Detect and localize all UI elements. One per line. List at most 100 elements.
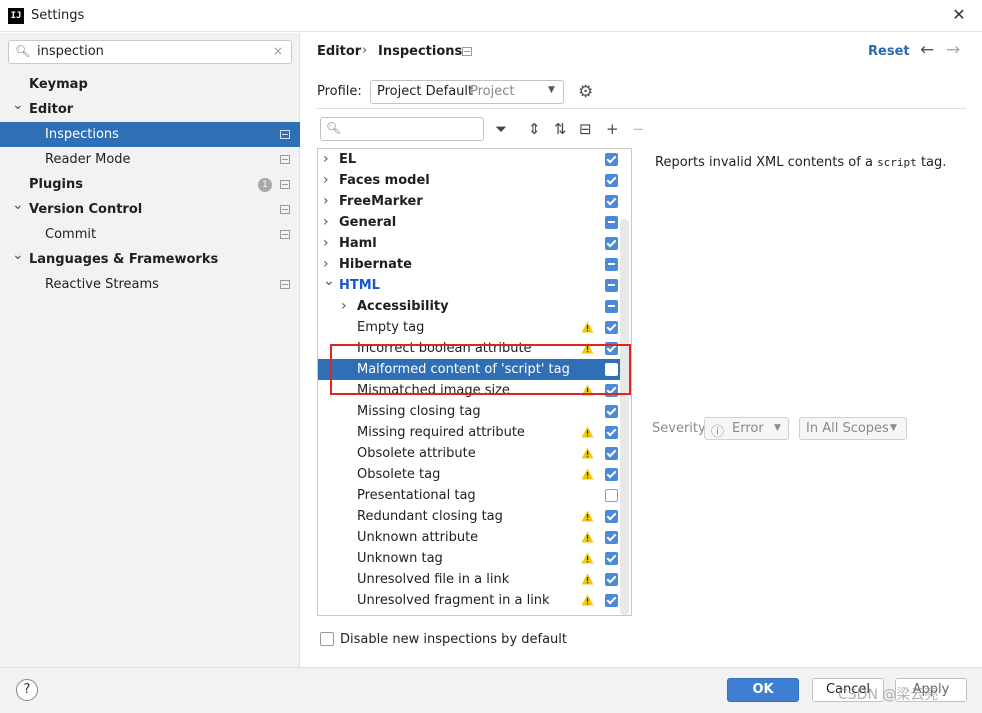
expand-all-icon[interactable]: ⇕ (528, 120, 541, 138)
inspection-filter-input[interactable]: 🔍︎ (320, 117, 484, 141)
profile-label: Profile: (317, 84, 362, 99)
settings-search-input[interactable]: 🔍︎ inspection × (8, 40, 292, 64)
inspection-checkbox[interactable] (605, 531, 618, 544)
chevron-right-icon[interactable]: › (323, 149, 329, 170)
inspection-label: HTML (339, 278, 380, 293)
chevron-down-icon[interactable]: ⌄ (12, 193, 24, 218)
breadcrumb-editor[interactable]: Editor (317, 44, 361, 59)
sidebar-item-inspections[interactable]: Inspections (0, 122, 300, 147)
severity-select[interactable]: ⓘ Error ▼ (704, 417, 789, 440)
sidebar-item-plugins[interactable]: Plugins 1 (0, 172, 300, 197)
inspection-checkbox[interactable] (605, 489, 618, 502)
inspection-checkbox[interactable] (605, 153, 618, 166)
project-level-icon (280, 280, 290, 289)
divider (317, 108, 966, 109)
tree-row-html[interactable]: ⌄ HTML (318, 273, 631, 296)
inspection-checkbox[interactable] (605, 426, 618, 439)
tree-row-unresolved-fragment-in-a-link[interactable]: Unresolved fragment in a link (318, 590, 631, 611)
inspection-label: Missing required attribute (357, 425, 525, 440)
inspection-label: Hibernate (339, 257, 412, 272)
disable-new-inspections-checkbox[interactable] (320, 632, 334, 646)
scope-select[interactable]: In All Scopes ▼ (799, 417, 907, 440)
profile-select[interactable]: Project Default Project ▼ (370, 80, 564, 104)
tree-row-redundant-closing-tag[interactable]: Redundant closing tag (318, 506, 631, 527)
tree-row-unresolved-file-in-a-link[interactable]: Unresolved file in a link (318, 569, 631, 590)
reset-link[interactable]: Reset (868, 44, 910, 59)
tree-row-unknown-attribute[interactable]: Unknown attribute (318, 527, 631, 548)
warning-icon (581, 594, 594, 606)
sidebar-item-editor[interactable]: ⌄ Editor (0, 97, 300, 122)
sidebar-item-reader-mode[interactable]: Reader Mode (0, 147, 300, 172)
inspection-checkbox[interactable] (605, 405, 618, 418)
help-icon[interactable]: ? (16, 679, 38, 701)
filter-funnel-icon[interactable]: ⏷ (495, 120, 507, 138)
tree-row-empty-tag[interactable]: Empty tag (318, 317, 631, 338)
inspection-label: Unresolved file in a link (357, 572, 510, 587)
tree-row-accessibility[interactable]: › Accessibility (318, 296, 631, 317)
tree-row-obsolete-tag[interactable]: Obsolete tag (318, 464, 631, 485)
tree-row-presentational-tag[interactable]: Presentational tag (318, 485, 631, 506)
inspection-label: Unknown tag (357, 551, 443, 566)
inspection-checkbox[interactable] (605, 216, 618, 229)
sidebar-item-commit[interactable]: Commit (0, 222, 300, 247)
tree-row-missing-closing-tag[interactable]: Missing closing tag (318, 401, 631, 422)
breadcrumb-inspections: Inspections (378, 44, 463, 59)
forward-arrow-icon[interactable]: → (946, 40, 960, 60)
inspection-checkbox[interactable] (605, 300, 618, 313)
toggle-icon[interactable]: ⊟ (579, 120, 592, 138)
clear-search-icon[interactable]: × (273, 44, 283, 58)
chevron-right-icon[interactable]: › (323, 170, 329, 191)
sidebar-item-languages-frameworks[interactable]: ⌄ Languages & Frameworks (0, 247, 300, 272)
chevron-down-icon[interactable]: ⌄ (12, 243, 24, 268)
ok-button[interactable]: OK (727, 678, 799, 702)
tree-row-unknown-tag[interactable]: Unknown tag (318, 548, 631, 569)
sidebar-item-reactive-streams[interactable]: Reactive Streams (0, 272, 300, 297)
description-suffix: tag. (916, 155, 947, 170)
remove-icon[interactable]: − (632, 120, 645, 138)
tree-row-missing-required-attribute[interactable]: Missing required attribute (318, 422, 631, 443)
chevron-down-icon: ▼ (890, 423, 897, 433)
inspection-label: Presentational tag (357, 488, 476, 503)
close-icon[interactable]: ✕ (950, 5, 968, 25)
tree-row-obsolete-attribute[interactable]: Obsolete attribute (318, 443, 631, 464)
chevron-right-icon[interactable]: › (341, 296, 347, 317)
inspection-checkbox[interactable] (605, 195, 618, 208)
sidebar-item-label: Plugins (29, 177, 83, 192)
inspection-label: Unresolved fragment in a link (357, 593, 550, 608)
chevron-right-icon[interactable]: › (323, 233, 329, 254)
inspection-checkbox[interactable] (605, 258, 618, 271)
chevron-down-icon[interactable]: ⌄ (12, 93, 24, 118)
chevron-right-icon[interactable]: › (323, 191, 329, 212)
inspection-checkbox[interactable] (605, 468, 618, 481)
chevron-right-icon[interactable]: › (323, 212, 329, 233)
tree-row-hibernate[interactable]: › Hibernate (318, 254, 631, 275)
inspection-checkbox[interactable] (605, 573, 618, 586)
sidebar-item-label: Inspections (45, 127, 119, 142)
back-arrow-icon[interactable]: ← (920, 40, 934, 60)
description-text: Reports invalid XML contents of a (655, 155, 878, 170)
tree-row-general[interactable]: › General (318, 212, 631, 233)
tree-row-freemarker[interactable]: › FreeMarker (318, 191, 631, 212)
inspection-checkbox[interactable] (605, 594, 618, 607)
inspection-checkbox[interactable] (605, 510, 618, 523)
project-level-icon (462, 47, 472, 56)
inspection-checkbox[interactable] (605, 279, 618, 292)
inspection-checkbox[interactable] (605, 237, 618, 250)
inspection-checkbox[interactable] (605, 552, 618, 565)
chevron-down-icon[interactable]: ⌄ (323, 271, 335, 292)
inspection-checkbox[interactable] (605, 174, 618, 187)
add-icon[interactable]: + (606, 120, 619, 138)
collapse-all-icon[interactable]: ⇅ (554, 120, 567, 138)
watermark: CSDN @梁云亮 (838, 687, 939, 703)
tree-row-haml[interactable]: › Haml (318, 233, 631, 254)
gear-icon[interactable]: ⚙ (578, 82, 593, 102)
tree-row-el[interactable]: › EL (318, 149, 631, 170)
breadcrumb-separator: › (362, 43, 368, 58)
error-icon: ⓘ (711, 425, 725, 440)
tree-row-faces-model[interactable]: › Faces model (318, 170, 631, 191)
sidebar-item-version-control[interactable]: ⌄ Version Control (0, 197, 300, 222)
tree-scrollbar[interactable] (620, 219, 629, 615)
inspection-checkbox[interactable] (605, 321, 618, 334)
inspection-checkbox[interactable] (605, 447, 618, 460)
sidebar-item-keymap[interactable]: Keymap (0, 72, 300, 97)
